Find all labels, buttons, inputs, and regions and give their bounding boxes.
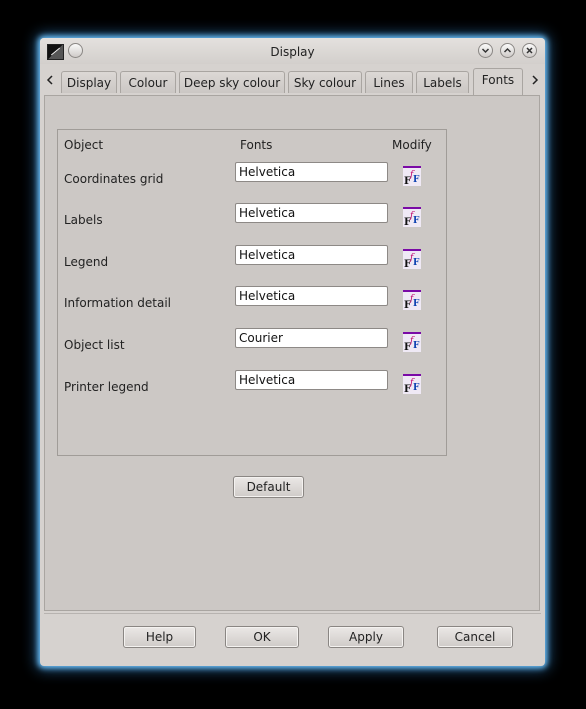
svg-text:F: F	[413, 299, 420, 309]
title-bar[interactable]: Display	[40, 38, 545, 64]
tab-colour[interactable]: Colour	[120, 71, 176, 93]
default-button[interactable]: Default	[233, 476, 304, 498]
modify-font-button-legend[interactable]: FfF	[401, 248, 423, 270]
tab-labels[interactable]: Labels	[416, 71, 469, 93]
svg-text:F: F	[413, 175, 420, 185]
tab-fonts[interactable]: Fonts	[473, 68, 523, 96]
dialog-button-bar: Help OK Apply Cancel	[40, 616, 545, 666]
chevron-down-icon	[481, 48, 490, 54]
tab-bar: Display Colour Deep sky colour Sky colou…	[40, 68, 545, 96]
svg-text:F: F	[413, 216, 420, 226]
font-field-printer-legend[interactable]	[235, 370, 388, 390]
fonts-group: Object Fonts Modify Coordinates grid FfF…	[57, 129, 447, 456]
chevron-left-icon	[46, 75, 53, 85]
help-button[interactable]: Help	[123, 626, 196, 648]
font-select-icon: Ff F	[403, 332, 421, 353]
maximize-button[interactable]	[500, 43, 515, 58]
font-field-coordinates-grid[interactable]	[235, 162, 388, 182]
tab-sky-colour[interactable]: Sky colour	[288, 71, 362, 93]
row-label-labels: Labels	[64, 213, 103, 227]
font-field-labels[interactable]	[235, 203, 388, 223]
svg-text:F: F	[413, 341, 420, 351]
apply-button[interactable]: Apply	[328, 626, 404, 648]
font-select-icon: Ff F	[403, 374, 421, 395]
modify-font-button-information-detail[interactable]: FfF	[401, 289, 423, 311]
chevron-right-icon	[532, 75, 539, 85]
tab-lines[interactable]: Lines	[365, 71, 413, 93]
svg-text:F: F	[413, 383, 420, 393]
display-dialog: Display Display Colour Deep sky colour S…	[40, 38, 545, 666]
chevron-up-icon	[503, 47, 512, 53]
font-select-icon: Ff F	[403, 207, 421, 228]
modify-font-button-object-list[interactable]: FfF	[401, 331, 423, 353]
font-field-information-detail[interactable]	[235, 286, 388, 306]
window-title: Display	[270, 45, 315, 59]
font-select-icon: Ff F	[403, 290, 421, 311]
modify-font-button-coordinates-grid[interactable]: FfF	[401, 165, 423, 187]
header-modify: Modify	[392, 138, 432, 152]
modify-font-button-printer-legend[interactable]: FfF	[401, 373, 423, 395]
close-button[interactable]	[522, 43, 537, 58]
tab-display[interactable]: Display	[61, 71, 117, 93]
font-select-icon: Ff F	[403, 249, 421, 270]
row-label-printer-legend: Printer legend	[64, 380, 149, 394]
font-select-icon: Ff F	[403, 166, 421, 187]
tab-scroll-left[interactable]	[42, 68, 58, 92]
divider	[44, 613, 541, 614]
row-label-coordinates-grid: Coordinates grid	[64, 172, 164, 186]
tab-deep-sky-colour[interactable]: Deep sky colour	[179, 71, 285, 93]
close-icon	[526, 47, 533, 54]
tab-scroll-right[interactable]	[527, 68, 543, 92]
minimize-button[interactable]	[478, 43, 493, 58]
cancel-button[interactable]: Cancel	[437, 626, 513, 648]
modify-font-button-labels[interactable]: FfF	[401, 206, 423, 228]
header-object: Object	[64, 138, 104, 152]
row-label-object-list: Object list	[64, 338, 125, 352]
row-label-legend: Legend	[64, 255, 109, 269]
font-field-legend[interactable]	[235, 245, 388, 265]
row-label-information-detail: Information detail	[64, 296, 172, 310]
fonts-panel: Object Fonts Modify Coordinates grid FfF…	[44, 95, 540, 611]
ok-button[interactable]: OK	[225, 626, 299, 648]
header-fonts: Fonts	[240, 138, 273, 152]
svg-text:F: F	[413, 258, 420, 268]
font-field-object-list[interactable]	[235, 328, 388, 348]
